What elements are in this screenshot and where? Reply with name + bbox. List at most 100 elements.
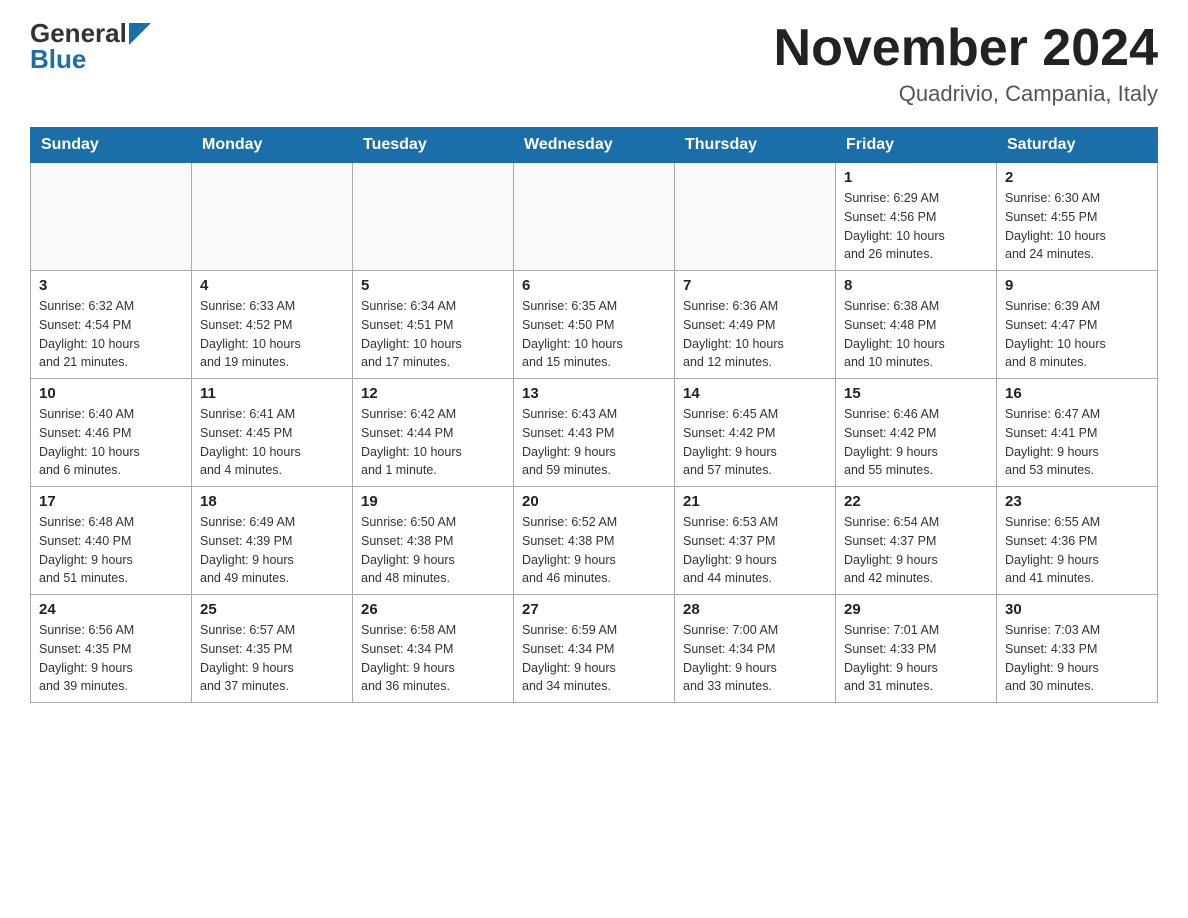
calendar-cell: 16Sunrise: 6:47 AM Sunset: 4:41 PM Dayli… [997,379,1158,487]
day-info: Sunrise: 6:33 AM Sunset: 4:52 PM Dayligh… [200,297,344,372]
calendar-cell: 10 Sunrise: 6:40 AM Sunset: 4:46 PM Dayli… [31,379,192,487]
week-row-1: 1 Sunrise: 6:29 AM Sunset: 4:56 PM Daylig… [31,163,1158,271]
calendar-cell [675,163,836,271]
day-info: Sunrise: 6:52 AM Sunset: 4:38 PM Dayligh… [522,513,666,588]
calendar-cell: 12 Sunrise: 6:42 AM Sunset: 4:44 PM Dayli… [353,379,514,487]
logo-triangle-icon [129,23,151,45]
calendar-cell: 2 Sunrise: 6:30 AM Sunset: 4:55 PM Daylig… [997,163,1158,271]
calendar-cell: 25 Sunrise: 6:57 AM Sunset: 4:35 PM Dayli… [192,595,353,703]
day-number: 18 [200,493,344,510]
day-number: 3 [39,277,183,294]
calendar-cell: 3 Sunrise: 6:32 AM Sunset: 4:54 PM Daylig… [31,271,192,379]
calendar-cell: 21 Sunrise: 6:53 AM Sunset: 4:37 PM Dayli… [675,487,836,595]
page-header: General Blue November 2024 Quadrivio, Ca… [30,20,1158,107]
day-info: Sunrise: 6:45 AM Sunset: 4:42 PM Dayligh… [683,405,827,480]
day-number: 6 [522,277,666,294]
day-number: 24 [39,601,183,618]
month-title: November 2024 [774,20,1158,77]
header-right: November 2024 Quadrivio, Campania, Italy [774,20,1158,107]
day-info: Sunrise: 6:55 AM Sunset: 4:36 PM Dayligh… [1005,513,1149,588]
day-number: 8 [844,277,988,294]
day-info: Sunrise: 6:36 AM Sunset: 4:49 PM Dayligh… [683,297,827,372]
calendar-cell [192,163,353,271]
calendar-cell: 30 Sunrise: 7:03 AM Sunset: 4:33 PM Dayli… [997,595,1158,703]
week-row-4: 17 Sunrise: 6:48 AM Sunset: 4:40 PM Dayli… [31,487,1158,595]
day-number: 21 [683,493,827,510]
calendar-header-row: SundayMondayTuesdayWednesdayThursdayFrid… [31,128,1158,163]
day-number: 25 [200,601,344,618]
day-number: 12 [361,385,505,402]
calendar-cell: 22 Sunrise: 6:54 AM Sunset: 4:37 PM Dayli… [836,487,997,595]
day-info: Sunrise: 6:29 AM Sunset: 4:56 PM Dayligh… [844,189,988,264]
day-info: Sunrise: 6:48 AM Sunset: 4:40 PM Dayligh… [39,513,183,588]
week-row-5: 24 Sunrise: 6:56 AM Sunset: 4:35 PM Dayli… [31,595,1158,703]
day-number: 17 [39,493,183,510]
day-number: 10 [39,385,183,402]
day-number: 11 [200,385,344,402]
calendar-cell: 23Sunrise: 6:55 AM Sunset: 4:36 PM Dayli… [997,487,1158,595]
calendar-cell: 19Sunrise: 6:50 AM Sunset: 4:38 PM Dayli… [353,487,514,595]
column-header-sunday: Sunday [31,128,192,163]
calendar-cell [31,163,192,271]
column-header-monday: Monday [192,128,353,163]
day-info: Sunrise: 6:54 AM Sunset: 4:37 PM Dayligh… [844,513,988,588]
logo: General Blue [30,20,151,72]
day-info: Sunrise: 6:32 AM Sunset: 4:54 PM Dayligh… [39,297,183,372]
day-info: Sunrise: 6:57 AM Sunset: 4:35 PM Dayligh… [200,621,344,696]
day-number: 7 [683,277,827,294]
calendar-cell: 14 Sunrise: 6:45 AM Sunset: 4:42 PM Dayli… [675,379,836,487]
calendar-cell: 9 Sunrise: 6:39 AM Sunset: 4:47 PM Daylig… [997,271,1158,379]
day-info: Sunrise: 6:40 AM Sunset: 4:46 PM Dayligh… [39,405,183,480]
calendar-cell: 24 Sunrise: 6:56 AM Sunset: 4:35 PM Dayli… [31,595,192,703]
day-info: Sunrise: 7:00 AM Sunset: 4:34 PM Dayligh… [683,621,827,696]
calendar-cell [514,163,675,271]
calendar-cell: 20 Sunrise: 6:52 AM Sunset: 4:38 PM Dayli… [514,487,675,595]
calendar-cell: 26 Sunrise: 6:58 AM Sunset: 4:34 PM Dayli… [353,595,514,703]
day-number: 19 [361,493,505,510]
day-info: Sunrise: 6:38 AM Sunset: 4:48 PM Dayligh… [844,297,988,372]
week-row-2: 3 Sunrise: 6:32 AM Sunset: 4:54 PM Daylig… [31,271,1158,379]
day-info: Sunrise: 6:35 AM Sunset: 4:50 PM Dayligh… [522,297,666,372]
day-number: 22 [844,493,988,510]
logo-general-text: General [30,20,127,46]
calendar-cell: 17 Sunrise: 6:48 AM Sunset: 4:40 PM Dayli… [31,487,192,595]
day-info: Sunrise: 6:56 AM Sunset: 4:35 PM Dayligh… [39,621,183,696]
column-header-tuesday: Tuesday [353,128,514,163]
day-info: Sunrise: 6:39 AM Sunset: 4:47 PM Dayligh… [1005,297,1149,372]
day-number: 30 [1005,601,1149,618]
column-header-thursday: Thursday [675,128,836,163]
day-number: 2 [1005,169,1149,186]
day-info: Sunrise: 6:43 AM Sunset: 4:43 PM Dayligh… [522,405,666,480]
calendar-cell: 11Sunrise: 6:41 AM Sunset: 4:45 PM Dayli… [192,379,353,487]
location-text: Quadrivio, Campania, Italy [774,81,1158,107]
calendar-cell: 6 Sunrise: 6:35 AM Sunset: 4:50 PM Daylig… [514,271,675,379]
day-info: Sunrise: 6:58 AM Sunset: 4:34 PM Dayligh… [361,621,505,696]
day-number: 9 [1005,277,1149,294]
day-number: 27 [522,601,666,618]
day-info: Sunrise: 7:01 AM Sunset: 4:33 PM Dayligh… [844,621,988,696]
day-number: 1 [844,169,988,186]
day-info: Sunrise: 6:46 AM Sunset: 4:42 PM Dayligh… [844,405,988,480]
calendar-cell: 13 Sunrise: 6:43 AM Sunset: 4:43 PM Dayli… [514,379,675,487]
day-info: Sunrise: 6:30 AM Sunset: 4:55 PM Dayligh… [1005,189,1149,264]
day-number: 29 [844,601,988,618]
calendar-cell: 18Sunrise: 6:49 AM Sunset: 4:39 PM Dayli… [192,487,353,595]
day-number: 13 [522,385,666,402]
day-info: Sunrise: 6:42 AM Sunset: 4:44 PM Dayligh… [361,405,505,480]
day-info: Sunrise: 6:53 AM Sunset: 4:37 PM Dayligh… [683,513,827,588]
calendar-cell: 28Sunrise: 7:00 AM Sunset: 4:34 PM Dayli… [675,595,836,703]
calendar-cell: 4Sunrise: 6:33 AM Sunset: 4:52 PM Daylig… [192,271,353,379]
calendar-cell: 29 Sunrise: 7:01 AM Sunset: 4:33 PM Dayli… [836,595,997,703]
calendar-cell: 15 Sunrise: 6:46 AM Sunset: 4:42 PM Dayli… [836,379,997,487]
calendar-cell: 7 Sunrise: 6:36 AM Sunset: 4:49 PM Daylig… [675,271,836,379]
day-number: 5 [361,277,505,294]
day-number: 26 [361,601,505,618]
day-info: Sunrise: 6:34 AM Sunset: 4:51 PM Dayligh… [361,297,505,372]
day-number: 14 [683,385,827,402]
day-number: 15 [844,385,988,402]
calendar-cell: 27 Sunrise: 6:59 AM Sunset: 4:34 PM Dayli… [514,595,675,703]
day-info: Sunrise: 7:03 AM Sunset: 4:33 PM Dayligh… [1005,621,1149,696]
day-number: 20 [522,493,666,510]
day-info: Sunrise: 6:59 AM Sunset: 4:34 PM Dayligh… [522,621,666,696]
logo-blue-text: Blue [30,46,86,72]
